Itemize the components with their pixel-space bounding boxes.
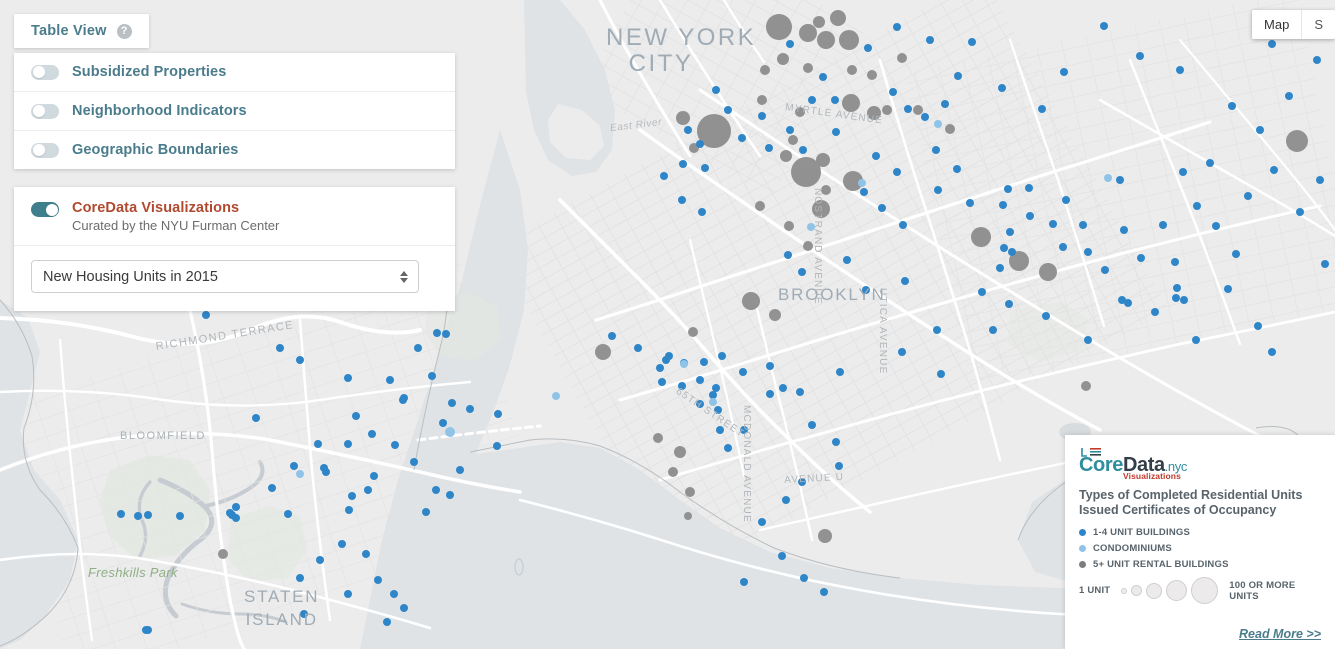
toggle-coredata-visualizations[interactable] <box>31 202 59 217</box>
map-type-control[interactable]: Map S <box>1252 10 1335 39</box>
layer-row-neighborhood-indicators[interactable]: Neighborhood Indicators <box>14 92 455 131</box>
scale-circle-4 <box>1166 580 1188 601</box>
toggle-neighborhood-indicators[interactable] <box>31 103 59 119</box>
logo-subtitle: Visualizations <box>1123 471 1181 481</box>
scale-circle-2 <box>1131 585 1143 596</box>
layer-row-coredata-visualizations[interactable]: CoreData Visualizations Curated by the N… <box>14 187 455 246</box>
table-view-label: Table View <box>31 23 107 39</box>
legend-scale-min-label: 1 UNIT <box>1079 585 1111 596</box>
layer-label-geographic-boundaries: Geographic Boundaries <box>72 142 239 158</box>
map-type-map-button[interactable]: Map <box>1252 10 1302 39</box>
legend-label-condominiums: CONDOMINIUMS <box>1093 543 1172 554</box>
toggle-subsidized-properties[interactable] <box>31 64 59 80</box>
scale-circle-1 <box>1121 587 1128 594</box>
legend-item: 1-4 UNIT BUILDINGS <box>1079 527 1321 538</box>
coredata-card: CoreData Visualizations Curated by the N… <box>14 187 455 311</box>
coredata-subtitle: Curated by the NYU Furman Center <box>72 218 280 233</box>
legend-item: 5+ UNIT RENTAL BUILDINGS <box>1079 559 1321 570</box>
layer-label-neighborhood-indicators: Neighborhood Indicators <box>72 103 247 119</box>
legend-dot-1-4-unit <box>1079 529 1086 536</box>
layer-row-subsidized-properties[interactable]: Subsidized Properties <box>14 53 455 92</box>
scale-circle-5 <box>1191 577 1219 604</box>
legend-dot-5plus-rental <box>1079 561 1086 568</box>
legend-label-5plus-rental: 5+ UNIT RENTAL BUILDINGS <box>1093 559 1229 570</box>
legend-category-list: 1-4 UNIT BUILDINGS CONDOMINIUMS 5+ UNIT … <box>1079 527 1321 570</box>
left-control-panel: Table View ? Subsidized Properties Neigh… <box>14 14 455 311</box>
legend-size-scale: 1 UNIT 100 OR MORE UNITS <box>1079 577 1321 604</box>
toggle-geographic-boundaries[interactable] <box>31 142 59 158</box>
layers-card: Subsidized Properties Neighborhood Indic… <box>14 53 455 169</box>
legend-scale-max-label: 100 OR MORE UNITS <box>1229 579 1296 602</box>
read-more-link[interactable]: Read More >> <box>1239 627 1321 641</box>
logo-core: Core <box>1079 454 1123 476</box>
question-mark-circle-icon[interactable]: ? <box>116 23 132 39</box>
legend-item: CONDOMINIUMS <box>1079 543 1321 554</box>
legend-label-1-4-unit: 1-4 UNIT BUILDINGS <box>1093 527 1191 538</box>
coredata-logo[interactable]: CoreData.nyc Visualizations <box>1079 447 1321 481</box>
legend-dot-condominiums <box>1079 545 1086 552</box>
layer-row-geographic-boundaries[interactable]: Geographic Boundaries <box>14 131 455 169</box>
legend-scale-circles <box>1121 577 1219 604</box>
visualization-select[interactable]: New Housing Units in 2015 <box>31 260 419 293</box>
layer-label-subsidized-properties: Subsidized Properties <box>72 64 227 80</box>
table-view-button[interactable]: Table View ? <box>14 14 149 48</box>
visualization-select-wrapper: New Housing Units in 2015 <box>14 246 455 311</box>
map-legend-panel: CoreData.nyc Visualizations Types of Com… <box>1065 435 1335 649</box>
map-type-satellite-button[interactable]: S <box>1302 10 1335 39</box>
legend-title: Types of Completed Residential Units Iss… <box>1079 488 1303 517</box>
visualization-select-value: New Housing Units in 2015 <box>43 268 218 285</box>
coredata-map-app: NEW YORK CITY BROOKLYN STATEN ISLAND BLO… <box>0 0 1335 649</box>
scale-circle-3 <box>1146 582 1163 599</box>
coredata-title: CoreData Visualizations <box>72 200 240 216</box>
chevron-updown-icon[interactable] <box>400 270 408 283</box>
